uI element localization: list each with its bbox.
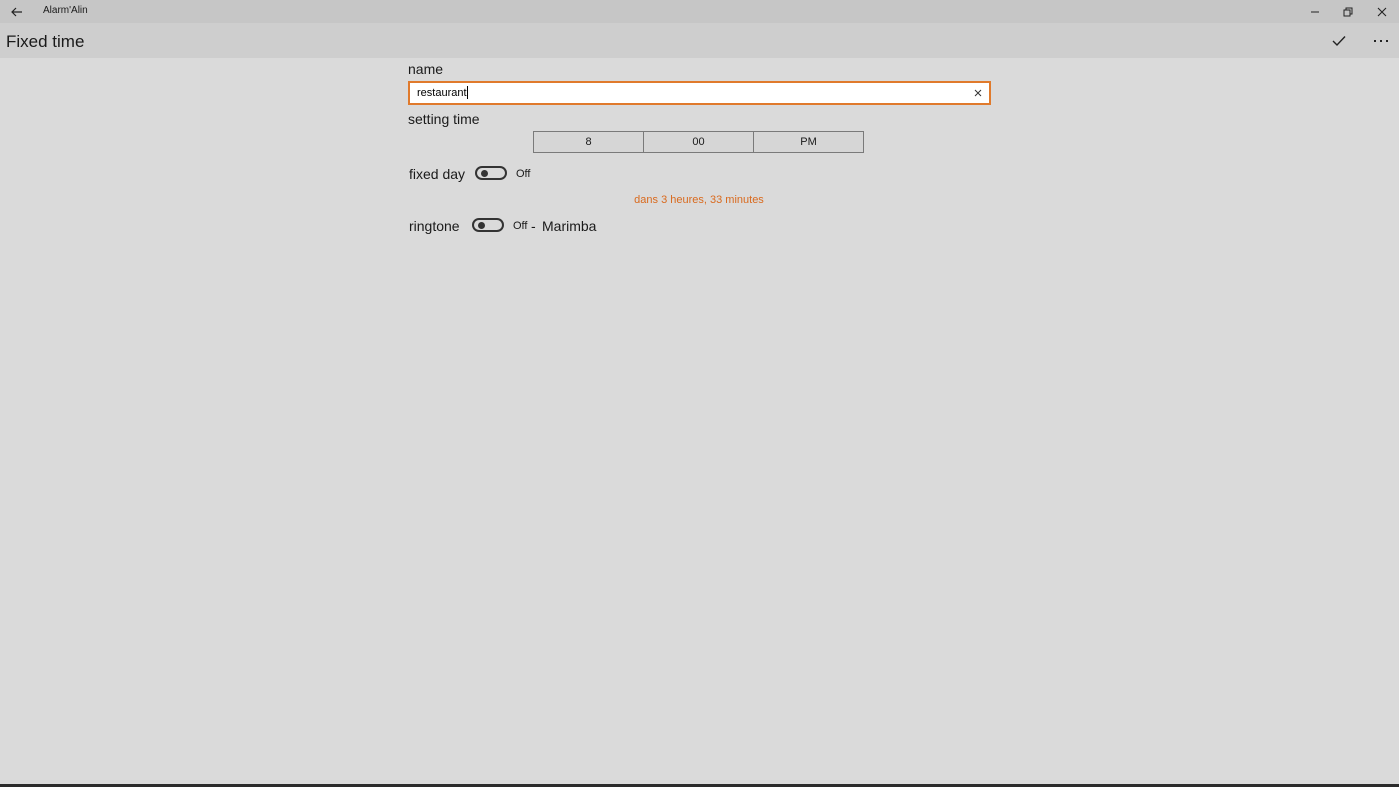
accept-button[interactable] [1324, 27, 1354, 55]
restore-button[interactable] [1331, 0, 1365, 23]
minimize-icon [1311, 11, 1319, 12]
fixed-day-label: fixed day [409, 166, 466, 182]
title-bar: Alarm'Alin [0, 0, 1399, 23]
app-window: Alarm'Alin Fixed time name restaurant se… [0, 0, 1399, 787]
fixed-day-toggle[interactable] [475, 166, 507, 180]
minute-selector[interactable]: 00 [643, 132, 753, 152]
checkmark-icon [1332, 36, 1346, 47]
name-input[interactable] [417, 86, 957, 100]
close-button[interactable] [1365, 0, 1399, 23]
ringtone-label: ringtone [409, 218, 460, 234]
ringtone-state: Off [513, 220, 528, 232]
back-button[interactable] [4, 0, 30, 23]
toggle-knob [478, 222, 485, 229]
ringtone-separator: - [531, 218, 536, 234]
back-arrow-icon [11, 7, 22, 16]
name-field[interactable] [408, 81, 991, 105]
clear-icon [974, 89, 982, 97]
text-caret [467, 86, 468, 99]
ringtone-name[interactable]: Marimba [542, 218, 596, 234]
time-picker[interactable]: 8 00 PM [533, 131, 864, 153]
countdown-text: dans 3 heures, 33 minutes [634, 194, 764, 206]
fixed-day-state: Off [516, 168, 531, 180]
restore-icon [1343, 7, 1353, 16]
period-selector[interactable]: PM [753, 132, 863, 152]
page-title: Fixed time [6, 32, 85, 51]
toggle-knob [481, 170, 488, 177]
name-label: name [408, 61, 444, 77]
setting-time-label: setting time [408, 111, 480, 127]
minimize-button[interactable] [1298, 0, 1332, 23]
page-header: Fixed time [0, 23, 1399, 58]
app-title: Alarm'Alin [43, 5, 88, 16]
ringtone-toggle[interactable] [472, 218, 504, 232]
clear-button[interactable] [971, 86, 985, 100]
hour-selector[interactable]: 8 [534, 132, 643, 152]
more-button[interactable] [1366, 27, 1396, 55]
close-icon [1377, 7, 1387, 16]
more-icon [1374, 40, 1388, 42]
